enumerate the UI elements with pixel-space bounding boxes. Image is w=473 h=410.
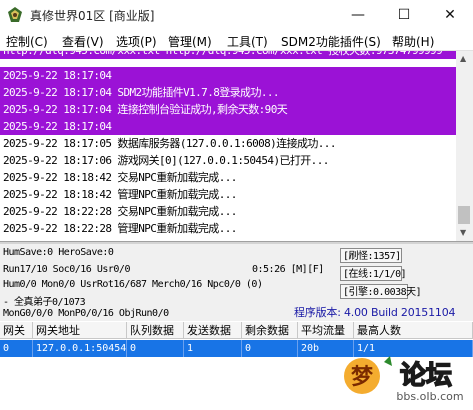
run-status: Run17/10 Soc0/16 Usr0/0: [3, 264, 130, 275]
scroll-down-icon[interactable]: ▼: [460, 228, 466, 237]
close-button[interactable]: ✕: [427, 0, 473, 30]
column-header[interactable]: 队列数据: [127, 322, 184, 339]
log-line: 2025-9-22 18:17:06 游戏网关[0](127.0.0.1:504…: [3, 154, 329, 167]
table-cell: 0: [242, 340, 298, 357]
log-line: 2025-9-22 18:22:28 交易NPC重新加载完成...: [3, 205, 237, 218]
save-status: HumSave:0 HeroSave:0: [3, 247, 114, 258]
maximize-button[interactable]: ☐: [381, 0, 427, 30]
column-header[interactable]: 最高人数: [354, 322, 473, 339]
menu-sdm2-plugin[interactable]: SDM2功能插件(S): [281, 33, 381, 50]
column-header[interactable]: 平均流量: [298, 322, 354, 339]
column-header[interactable]: 剩余数据: [242, 322, 298, 339]
log-line: 2025-9-22 18:17:04 SDM2功能插件V1.7.8登录成功...: [0, 84, 456, 101]
svg-text:梦: 梦: [351, 364, 374, 390]
menu-help[interactable]: 帮助(H): [392, 33, 434, 50]
table-cell: 1: [184, 340, 242, 357]
table-cell: 0: [127, 340, 184, 357]
log-line: 2025-9-22 18:22:28 管理NPC重新加载完成...: [3, 222, 237, 235]
log-line: 2025-9-22 18:17:04 连接控制台验证成功,剩余天数:90天: [0, 101, 456, 118]
splitter[interactable]: [0, 241, 473, 244]
table-cell: 127.0.0.1:50454: [33, 340, 127, 357]
title-bar: 真修世界01区 [商业版] — ☐ ✕: [0, 0, 473, 30]
menu-control[interactable]: 控制(C): [6, 33, 48, 50]
uptime-status: 0:5:26 [M][F]: [252, 264, 324, 275]
menu-tools[interactable]: 工具(T): [227, 33, 268, 50]
menu-view[interactable]: 查看(V): [62, 33, 104, 50]
log-line: 2025-9-22 18:18:42 交易NPC重新加载完成...: [3, 171, 237, 184]
column-header[interactable]: 发送数据: [184, 322, 242, 339]
log-scrollbar[interactable]: ▲ ▼: [456, 51, 473, 241]
log-panel[interactable]: http://dlq.945.com/xxx.txt http://dlq.94…: [0, 51, 456, 241]
refresh-count: [刷怪:1357]: [340, 248, 402, 263]
app-icon: [8, 7, 22, 22]
log-line: 2025-9-22 18:17:05 数据库服务器(127.0.0.1:6008…: [3, 137, 336, 150]
disciple-status: - 全真弟子0/1073: [3, 297, 86, 308]
scroll-thumb[interactable]: [458, 206, 470, 224]
monster-status: MonG0/0/0 MonP0/0/16 ObjRun0/0: [3, 308, 169, 319]
log-line: http://dlq.945.com/xxx.txt http://dlq.94…: [0, 51, 456, 59]
column-header[interactable]: 网关地址: [33, 322, 127, 339]
forum-watermark-logo: 梦 论坛 bbs.oIb.com: [344, 356, 464, 403]
menu-options[interactable]: 选项(P): [116, 33, 157, 50]
program-version: 程序版本: 4.00 Build 20151104: [294, 306, 456, 319]
menu-manage[interactable]: 管理(M): [168, 33, 212, 50]
menu-bar: 控制(C) 查看(V) 选项(P) 管理(M) 工具(T) SDM2功能插件(S…: [0, 30, 473, 51]
svg-text:bbs.oIb.com: bbs.oIb.com: [396, 390, 463, 403]
log-line: 2025-9-22 18:17:04: [0, 118, 456, 135]
window-title: 真修世界01区 [商业版]: [30, 9, 155, 23]
svg-text:论坛: 论坛: [400, 361, 452, 391]
log-line: 2025-9-22 18:18:42 管理NPC重新加载完成...: [3, 188, 237, 201]
table-cell: 0: [0, 340, 33, 357]
minimize-button[interactable]: —: [335, 0, 381, 30]
engine-interval: [引擎:0.0038天]: [340, 284, 422, 299]
human-status: Hum0/0 Mon0/0 UsrRot16/687 Merch0/16 Npc…: [3, 279, 263, 290]
log-line: 2025-9-22 18:17:04: [0, 67, 456, 84]
online-count: [在线:1/1/0]: [340, 266, 407, 281]
column-header[interactable]: 网关: [0, 322, 33, 339]
scroll-up-icon[interactable]: ▲: [460, 54, 466, 63]
